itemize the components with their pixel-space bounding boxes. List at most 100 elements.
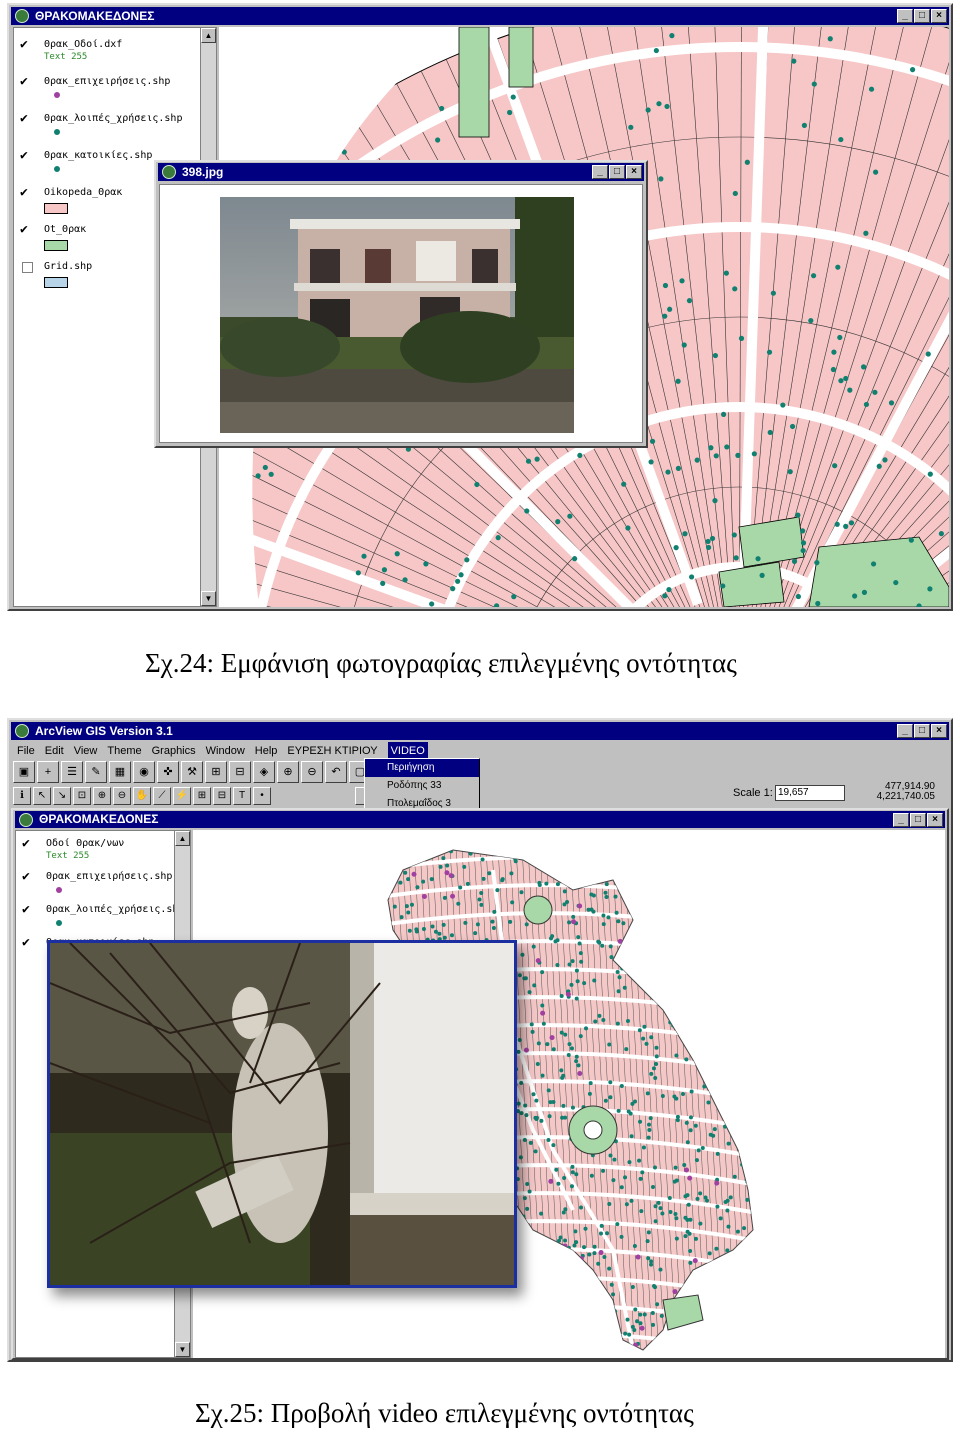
checkmark-icon[interactable]: ✔ [20,75,34,89]
layer-name: Θρακ_επιχειρήσεις.shp [46,871,173,882]
menu-2[interactable]: View [74,742,98,760]
edit-legend-icon[interactable]: ✎ [85,761,107,783]
checkmark-icon[interactable]: ✔ [22,870,36,884]
checkmark-icon[interactable]: ✔ [20,186,34,200]
view-title: ΘΡΑΚΟΜΑΚΕΔΟΝΕΣ [35,9,155,23]
zoom-in-fixed-icon[interactable]: ⊕ [277,761,299,783]
photo-close-button[interactable]: × [626,165,642,179]
scroll-down-arrow-icon[interactable]: ▼ [175,1342,190,1357]
zoom-in-tool-icon[interactable]: ⊕ [93,787,111,805]
app-maximize-button[interactable]: □ [914,724,930,738]
measure-tool-icon[interactable]: ⟋ [153,787,171,805]
photo-title-bar[interactable]: 398.jpg _ □ × [158,163,644,181]
polygon-symbol [44,240,68,251]
view-window-fig1: ΘΡΑΚΟΜΑΚΕΔΟΝΕΣ _ □ × ✔ Θρακ_Οδοί.dxf Text … [7,3,953,611]
text-tool-icon[interactable]: T [233,787,251,805]
minimize-button[interactable]: _ [897,9,913,23]
theme-properties-icon[interactable]: ☰ [61,761,83,783]
figure2-layer-item[interactable]: ✔ Θρακ_λοιπές_χρήσεις.shp [22,903,190,935]
menu-3[interactable]: Theme [107,742,141,760]
view-title-bar[interactable]: ΘΡΑΚΟΜΑΚΕΔΟΝΕΣ _ □ × [11,7,949,25]
video-frame [47,940,517,1288]
video-dropdown-menu: Περιήγηση Ροδόπης 33 Πτολεμαΐδος 3 [364,758,480,814]
layer-name: Ot_Θρακ [44,224,87,235]
figure1-layer-item[interactable]: ✔ Θρακ_λοιπές_χρήσεις.shp [20,112,190,144]
checkmark-icon[interactable]: ✔ [22,903,36,917]
zoom-out-tool-icon[interactable]: ⊖ [113,787,131,805]
caption-fig24: Σχ.24: Εμφάνιση φωτογραφίας επιλεγμένης … [145,648,737,678]
layer-text-symbol: Text 255 [44,52,88,62]
identify-tool-icon[interactable]: ℹ [13,787,31,805]
point-symbol [54,129,60,135]
add-theme-icon[interactable]: + [37,761,59,783]
video-menu-item[interactable]: Περιήγηση [365,759,479,777]
app-minimize-button[interactable]: _ [897,724,913,738]
menu-0[interactable]: File [17,742,35,760]
area-of-interest-tool-icon[interactable]: ⊞ [193,787,211,805]
checkmark-icon[interactable]: ✔ [20,223,34,237]
video-menu-item[interactable]: Ροδόπης 33 [365,777,479,795]
hotlink-tool-icon[interactable]: ⚡ [173,787,191,805]
app-title: ArcView GIS Version 3.1 [35,724,173,738]
photo-window-icon [162,165,176,179]
zoom-previous-icon[interactable]: ↶ [325,761,347,783]
photo-minimize-button[interactable]: _ [592,165,608,179]
scroll-up-arrow-icon[interactable]: ▲ [201,28,216,43]
draw-point-tool-icon[interactable]: • [253,787,271,805]
point-symbol [54,166,60,172]
scroll-up-arrow-icon[interactable]: ▲ [175,831,190,846]
checkmark-icon[interactable]: ✔ [20,149,34,163]
checkbox-icon[interactable] [22,262,33,273]
view2-close-button[interactable]: × [927,813,943,827]
figure1-layer-item[interactable]: ✔ Θρακ_Οδοί.dxf Text 255 [20,38,190,70]
view2-title-bar[interactable]: ΘΡΑΚΟΜΑΚΕΔΟΝΕΣ _ □ × [15,811,945,828]
figure2-layer-item[interactable]: ✔ Θρακ_επιχειρήσεις.shp [22,870,190,902]
view2-title: ΘΡΑΚΟΜΑΚΕΔΟΝΕΣ [39,812,159,826]
figure2-layer-item[interactable]: ✔ Οδοί Θρακ/νων Text 255 [22,837,190,869]
locate-icon[interactable]: ✜ [157,761,179,783]
checkmark-icon[interactable]: ✔ [20,38,34,52]
layer-name: Θρακ_λοιπές_χρήσεις.shp [46,904,185,915]
checkmark-icon[interactable]: ✔ [22,936,36,950]
label-tool-icon[interactable]: ⊟ [213,787,231,805]
scroll-down-arrow-icon[interactable]: ▼ [201,591,216,606]
vertex-edit-tool-icon[interactable]: ↘ [53,787,71,805]
figure1-layer-item[interactable]: ✔ Θρακ_επιχειρήσεις.shp [20,75,190,107]
zoom-full-icon[interactable]: ⊞ [205,761,227,783]
scale-input[interactable]: 19,657 [775,785,845,801]
save-icon[interactable]: ▣ [13,761,35,783]
layer-text-symbol: Text 255 [46,851,90,861]
maximize-button[interactable]: □ [914,9,930,23]
pan-tool-icon[interactable]: ✋ [133,787,151,805]
menu-5[interactable]: Window [206,742,245,760]
zoom-active-icon[interactable]: ⊟ [229,761,251,783]
zoom-out-fixed-icon[interactable]: ⊖ [301,761,323,783]
view2-maximize-button[interactable]: □ [910,813,926,827]
arcview-app-window: ArcView GIS Version 3.1 _ □ × File Edit Vi… [7,718,953,1362]
menu-6[interactable]: Help [255,742,278,760]
menu-4[interactable]: Graphics [152,742,196,760]
view2-minimize-button[interactable]: _ [893,813,909,827]
caption-fig25: Σχ.25: Προβολή video επιλεγμένης οντότητ… [195,1398,694,1428]
zoom-selected-icon[interactable]: ◈ [253,761,275,783]
select-feature-tool-icon[interactable]: ⊡ [73,787,91,805]
photo-window: 398.jpg _ □ × [154,160,648,448]
checkmark-icon[interactable]: ✔ [20,112,34,126]
point-symbol [56,887,62,893]
photo-title: 398.jpg [182,165,224,179]
find-icon[interactable]: ◉ [133,761,155,783]
query-builder-icon[interactable]: ⚒ [181,761,203,783]
layer-name: Oikopeda_Θρακ [44,187,123,198]
polygon-symbol [44,203,68,214]
checkmark-icon[interactable]: ✔ [22,837,36,851]
tool-bar: ℹ ↖ ↘ ⊡ ⊕ ⊖ ✋ ⟋ ⚡ ⊞ ⊟ T • [13,784,373,808]
close-button[interactable]: × [931,9,947,23]
app-close-button[interactable]: × [931,724,947,738]
photo-maximize-button[interactable]: □ [609,165,625,179]
menu-1[interactable]: Edit [45,742,64,760]
pointer-tool-icon[interactable]: ↖ [33,787,51,805]
open-table-icon[interactable]: ▦ [109,761,131,783]
layer-name: Θρακ_επιχειρήσεις.shp [44,76,171,87]
video-still [49,942,514,1285]
app-title-bar[interactable]: ArcView GIS Version 3.1 _ □ × [11,722,949,740]
